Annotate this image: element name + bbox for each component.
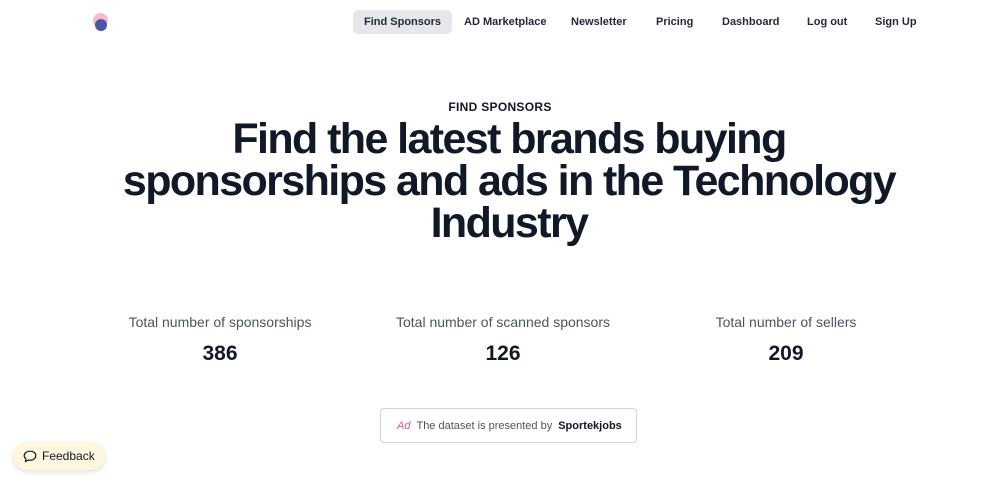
stat-sellers: Total number of sellers 209 <box>636 314 936 366</box>
hero-eyebrow: FIND SPONSORS <box>448 100 552 114</box>
feedback-label: Feedback <box>42 449 95 463</box>
hero-title: Find the latest brands buying sponsorshi… <box>122 115 897 247</box>
ad-sponsor-link[interactable]: Sportekjobs <box>558 420 622 432</box>
logo-circle-blue <box>95 19 107 31</box>
nav-ad-marketplace[interactable]: AD Marketplace <box>453 10 558 34</box>
stat-label: Total number of sponsorships <box>128 314 312 330</box>
stat-label: Total number of scanned sponsors <box>395 314 610 330</box>
top-navigation-bar: Find Sponsors AD Marketplace Newsletter … <box>0 0 1000 44</box>
chat-bubble-icon <box>23 450 37 462</box>
stat-scanned-sponsors: Total number of scanned sponsors 126 <box>353 314 653 366</box>
ad-text: The dataset is presented by <box>416 419 553 432</box>
nav-log-out[interactable]: Log out <box>796 10 858 34</box>
ad-banner[interactable]: Ad The dataset is presented by Sportekjo… <box>380 408 637 443</box>
nav-newsletter[interactable]: Newsletter <box>560 10 638 34</box>
feedback-button[interactable]: Feedback <box>13 442 105 470</box>
nav-dashboard[interactable]: Dashboard <box>711 10 790 34</box>
logo-icon[interactable] <box>89 11 111 33</box>
stat-value: 126 <box>485 342 521 365</box>
stat-sponsorships: Total number of sponsorships 386 <box>70 314 370 366</box>
ad-tag: Ad <box>397 419 411 432</box>
nav-pricing[interactable]: Pricing <box>645 10 704 34</box>
nav-sign-up[interactable]: Sign Up <box>864 10 928 34</box>
stat-value: 209 <box>768 342 804 365</box>
nav-find-sponsors[interactable]: Find Sponsors <box>353 10 452 34</box>
stat-value: 386 <box>202 342 238 365</box>
stat-label: Total number of sellers <box>715 314 857 330</box>
